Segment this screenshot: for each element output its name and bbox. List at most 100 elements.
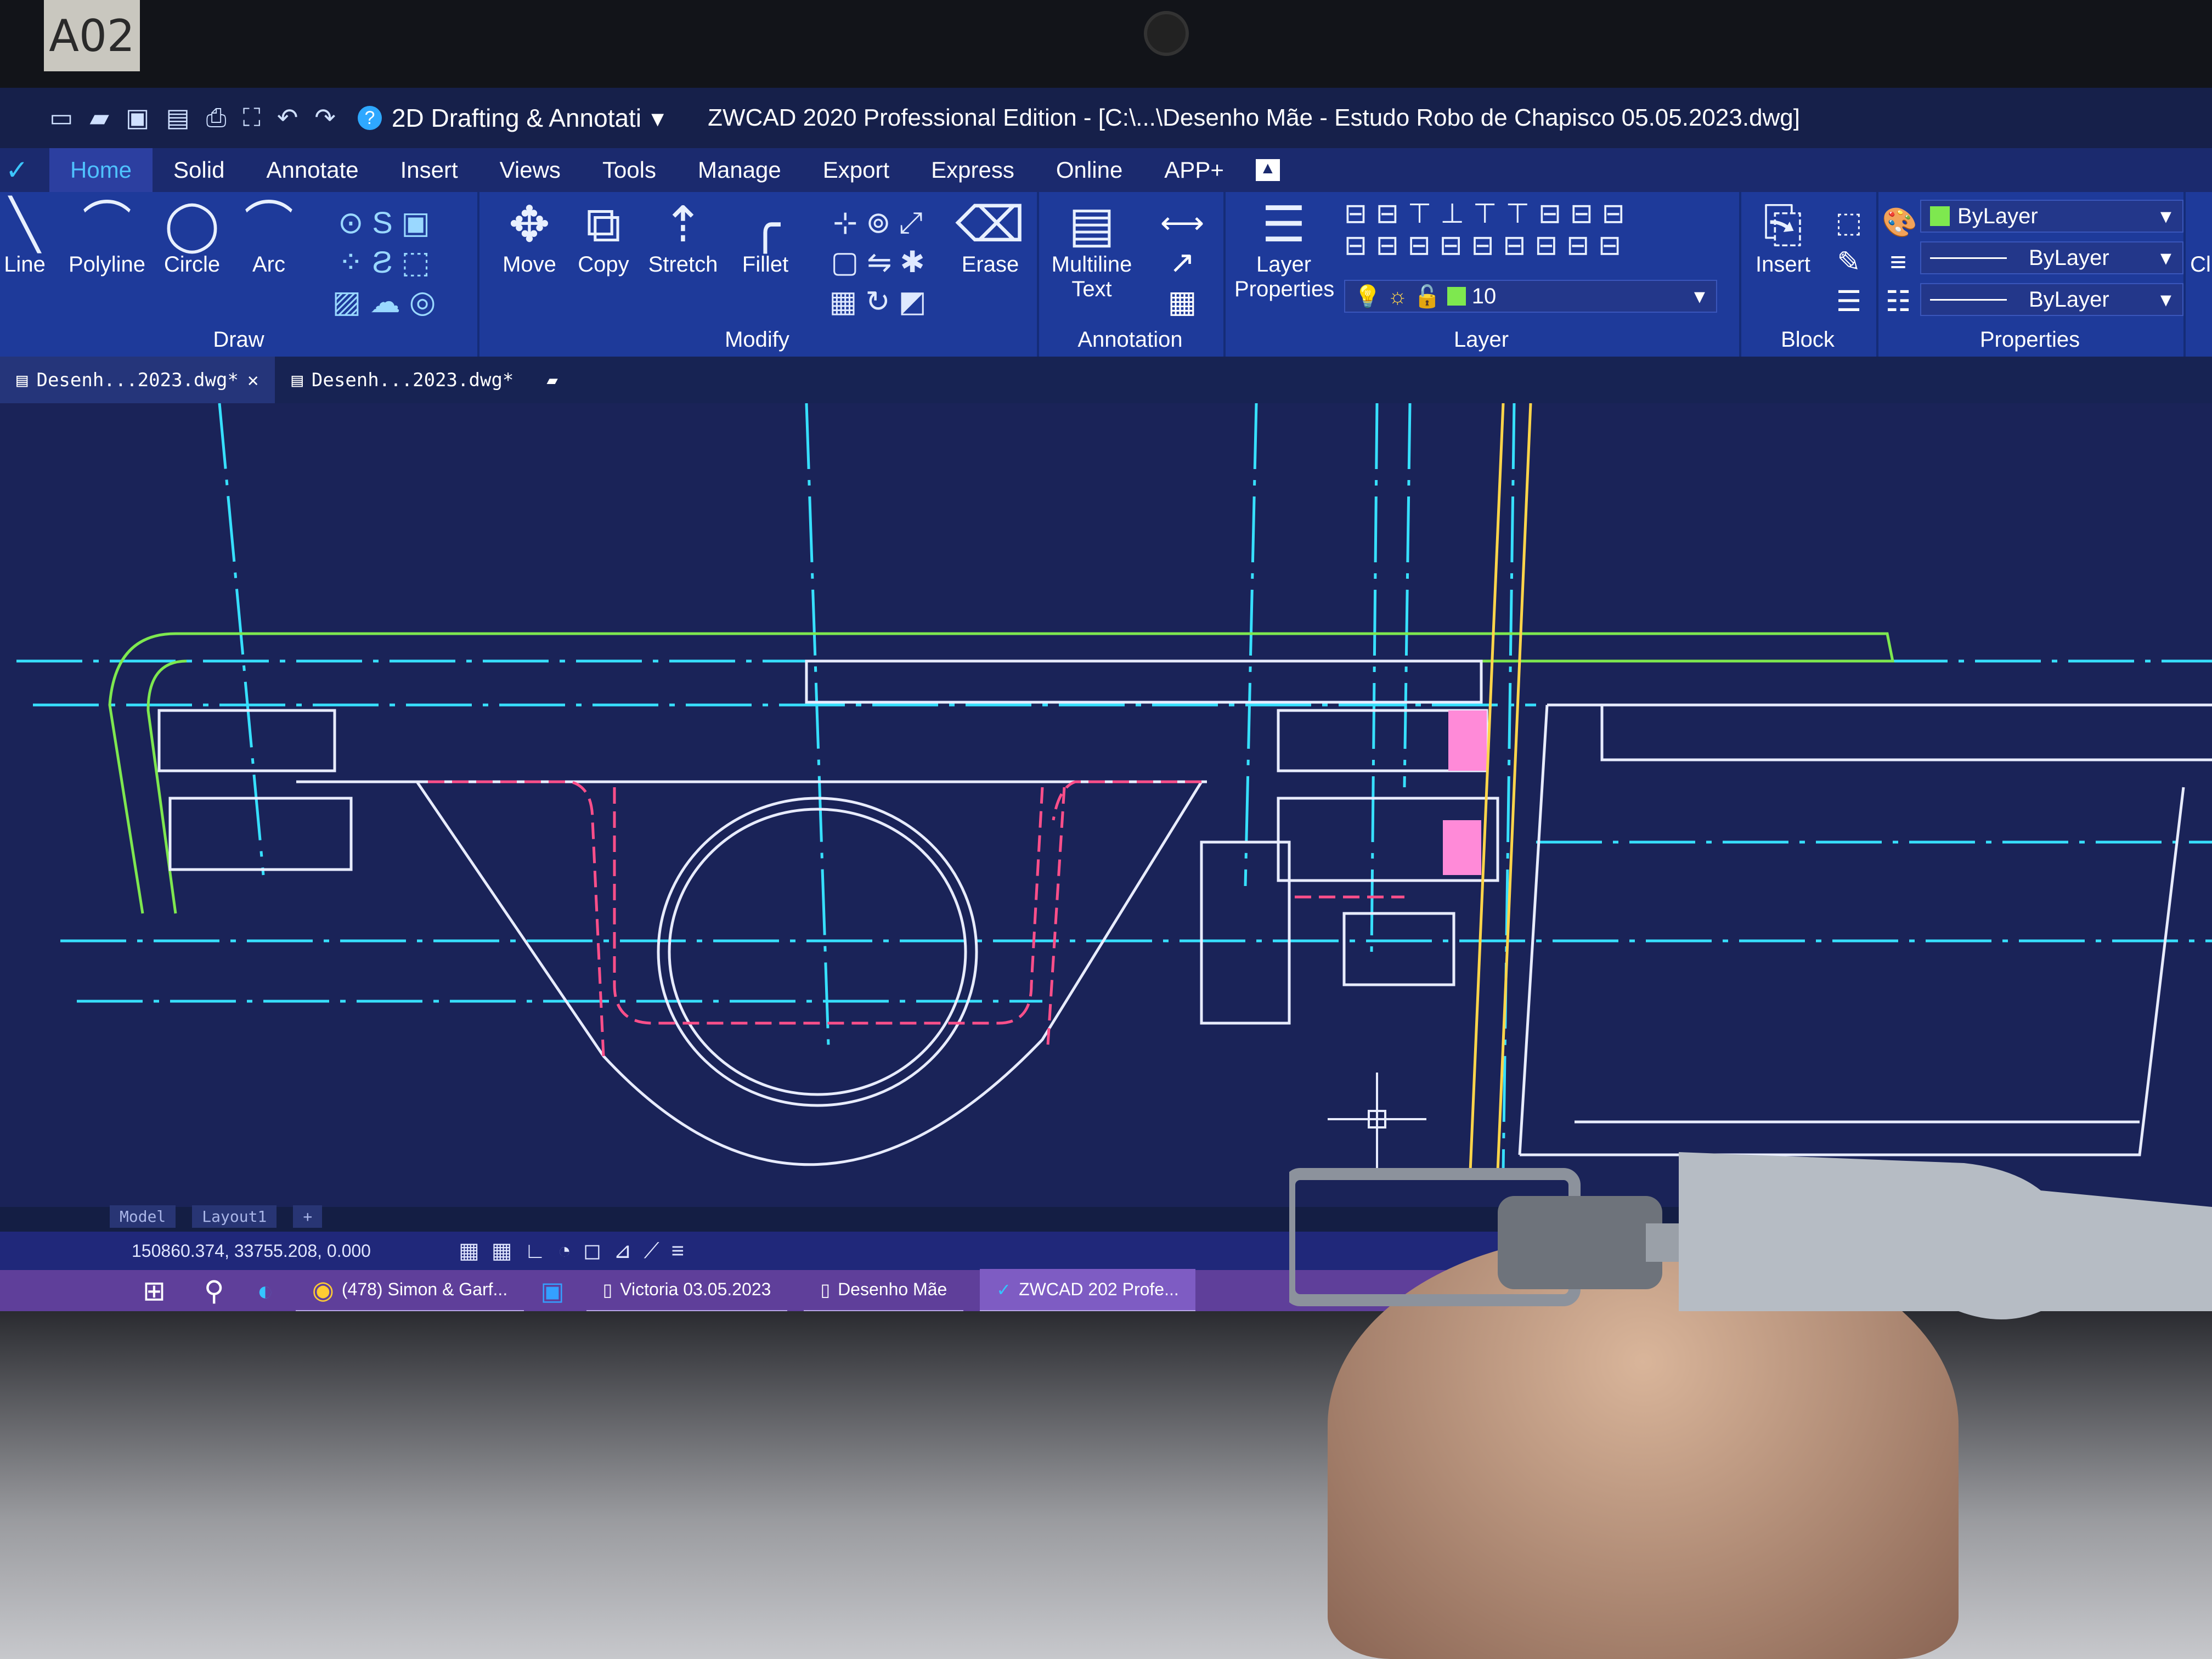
rectangle-icon[interactable]: ▢ xyxy=(831,246,859,279)
save-as-icon[interactable]: ▤ xyxy=(166,103,189,133)
donut-icon[interactable]: ◎ xyxy=(409,284,436,319)
outlook-icon[interactable]: ▣ xyxy=(540,1276,564,1306)
status-toggles[interactable]: ▦▦∟◔◻⊿⟋≡ xyxy=(459,1238,696,1263)
osnap-icon[interactable]: ◻ xyxy=(583,1239,613,1263)
tab-export[interactable]: Export xyxy=(802,148,910,192)
redo-icon[interactable]: ↷ xyxy=(314,103,336,133)
tab-tools[interactable]: Tools xyxy=(582,148,677,192)
taskbar-victoria[interactable]: ▯ Victoria 03.05.2023 xyxy=(586,1269,788,1311)
tab-app-plus[interactable]: APP+ xyxy=(1143,148,1245,192)
erase-button[interactable]: ⌫ Erase xyxy=(955,198,1026,277)
taskbar-zwcad[interactable]: ✓ ZWCAD 202 Profe... xyxy=(980,1269,1195,1311)
color-dropdown[interactable]: ByLayer ▾ xyxy=(1920,200,2183,233)
linetype-dropdown[interactable]: ByLayer ▾ xyxy=(1920,241,2183,274)
layout-tab-add[interactable]: + xyxy=(293,1205,323,1228)
otrack-icon[interactable]: ⊿ xyxy=(613,1239,644,1263)
layout-tab-layout1[interactable]: Layout1 xyxy=(192,1205,277,1228)
edit-block-icon[interactable]: ✎ xyxy=(1837,246,1861,278)
ortho-icon[interactable]: ∟ xyxy=(524,1239,558,1263)
mirror-icon[interactable]: ⇋ xyxy=(867,246,891,279)
match-properties-icon[interactable]: 🎨 xyxy=(1882,207,1917,239)
layer-dropdown[interactable]: 💡 ☼ 🔓 10 ▾ xyxy=(1344,280,1717,313)
tab-insert[interactable]: Insert xyxy=(380,148,479,192)
tab-annotate[interactable]: Annotate xyxy=(245,148,379,192)
draw-tools-grid[interactable]: ⊙ S ▣ ⁘ Ƨ ⬚ ▨ ☁ ◎ xyxy=(307,203,461,321)
print-icon[interactable]: ⎙ xyxy=(206,103,227,133)
dimension-icon[interactable]: ⟷ xyxy=(1160,205,1204,240)
linetype-icon[interactable]: ☷ xyxy=(1886,286,1911,318)
clipboard-partial[interactable]: Cl xyxy=(2189,252,2212,277)
zoom-extents-icon[interactable]: ⛶ xyxy=(243,103,261,133)
region-icon[interactable]: ▣ xyxy=(401,205,430,240)
explode-icon[interactable]: ✱ xyxy=(900,246,925,279)
polar-icon[interactable]: ◔ xyxy=(558,1239,583,1263)
undo-icon[interactable]: ↶ xyxy=(277,103,298,133)
spline-fit-icon[interactable]: Ƨ xyxy=(372,245,392,279)
ribbon-minimize-icon[interactable]: ▲ xyxy=(1255,159,1280,181)
revcloud-icon[interactable]: ☁ xyxy=(370,284,400,319)
table-icon[interactable]: ▦ xyxy=(1168,284,1197,319)
lweight-icon[interactable]: ≡ xyxy=(672,1239,696,1263)
green-profile-inner xyxy=(146,659,187,914)
copy-button[interactable]: ⧉ Copy xyxy=(571,198,636,277)
hatch-icon[interactable]: ▨ xyxy=(332,284,362,319)
annotation-tools[interactable]: ⟷ ↗ ▦ xyxy=(1152,203,1212,321)
chamfer-icon[interactable]: ◩ xyxy=(899,285,927,318)
taskbar-chrome[interactable]: ◉ (478) Simon & Garf... xyxy=(295,1269,524,1311)
line-button[interactable]: ╲ Line xyxy=(0,198,49,277)
search-icon[interactable]: ⚲ xyxy=(204,1275,224,1307)
grid-icon[interactable]: ▦ xyxy=(459,1239,492,1263)
boundary-icon[interactable]: ⬚ xyxy=(401,245,430,279)
app-logo-icon[interactable]: ✓ xyxy=(0,154,49,186)
points-icon[interactable]: ⁘ xyxy=(338,245,364,279)
array-icon[interactable]: ▦ xyxy=(829,285,857,318)
tab-solid[interactable]: Solid xyxy=(153,148,245,192)
move-button[interactable]: ✥ Move xyxy=(494,198,565,277)
center-mark-icon[interactable]: ⊙ xyxy=(338,205,364,240)
snap-icon[interactable]: ▦ xyxy=(492,1239,524,1263)
windows-start-icon[interactable]: ⊞ xyxy=(143,1275,166,1307)
fillet-button[interactable]: ╭ Fillet xyxy=(730,198,801,277)
doc-tab-active[interactable]: ▤ Desenh...2023.dwg* ✕ xyxy=(0,357,275,403)
doc-tab[interactable]: ▤ Desenh...2023.dwg* xyxy=(275,357,530,403)
polyline-button[interactable]: ⌒ Polyline xyxy=(60,198,154,277)
close-icon[interactable]: ✕ xyxy=(247,369,258,391)
offset-icon[interactable]: ⊚ xyxy=(866,206,890,239)
spline-icon[interactable]: S xyxy=(372,205,392,240)
scale-icon[interactable]: ⤢ xyxy=(899,206,923,239)
circle-button[interactable]: ◯ Circle xyxy=(159,198,225,277)
save-icon[interactable]: ▣ xyxy=(126,103,149,133)
tab-views[interactable]: Views xyxy=(479,148,582,192)
properties-group-label: Properties xyxy=(1979,328,2080,352)
dyn-icon[interactable]: ⟋ xyxy=(644,1239,672,1263)
tab-home[interactable]: Home xyxy=(49,148,153,192)
modify-tools-grid[interactable]: ⊹ ⊚ ⤢ ▢ ⇋ ✱ ▦ ↻ ◩ xyxy=(806,203,949,321)
layer-tool-icons[interactable]: ⊟⊟⊤⊥⊤⊤⊟⊟⊟ ⊟⊟⊟⊟⊟⊟⊟⊟⊟ xyxy=(1344,198,1728,261)
attribute-icon[interactable]: ☰ xyxy=(1836,286,1862,318)
leader-icon[interactable]: ↗ xyxy=(1170,245,1195,279)
lineweight-icon[interactable]: ≡ xyxy=(1890,246,1906,278)
tab-express[interactable]: Express xyxy=(910,148,1035,192)
new-tab-icon[interactable]: ▰ xyxy=(530,357,574,403)
tab-online[interactable]: Online xyxy=(1035,148,1143,192)
help-icon[interactable]: ? xyxy=(357,106,382,130)
workspace-switcher[interactable]: ? 2D Drafting & Annotati ▾ xyxy=(357,103,664,133)
rotate-icon[interactable]: ↻ xyxy=(865,285,890,318)
new-icon[interactable]: ▭ xyxy=(49,103,73,133)
block-tools[interactable]: ⬚ ✎ ☰ xyxy=(1827,203,1871,321)
layout-tab-model[interactable]: Model xyxy=(110,1205,176,1228)
trim-icon[interactable]: ⊹ xyxy=(833,206,857,239)
insert-button[interactable]: ⎘ Insert xyxy=(1745,198,1821,277)
arc-button[interactable]: ⌒ Arc xyxy=(236,198,302,277)
properties-tools[interactable]: 🎨 ≡ ☷ xyxy=(1882,203,1917,321)
multiline-text-button[interactable]: ▤ Multiline Text xyxy=(1042,198,1141,302)
drawing-canvas[interactable] xyxy=(0,403,2212,1207)
create-block-icon[interactable]: ⬚ xyxy=(1835,207,1862,239)
lineweight-dropdown[interactable]: ByLayer ▾ xyxy=(1920,283,2183,316)
taskbar-desenho[interactable]: ▯ Desenho Mãe xyxy=(804,1269,964,1311)
layer-properties-button[interactable]: ☰ Layer Properties xyxy=(1234,198,1334,302)
open-folder-icon[interactable]: ▰ xyxy=(89,103,109,133)
edge-icon[interactable]: ◐ xyxy=(257,1275,274,1307)
stretch-button[interactable]: ⇡ Stretch xyxy=(642,198,724,277)
tab-manage[interactable]: Manage xyxy=(677,148,802,192)
